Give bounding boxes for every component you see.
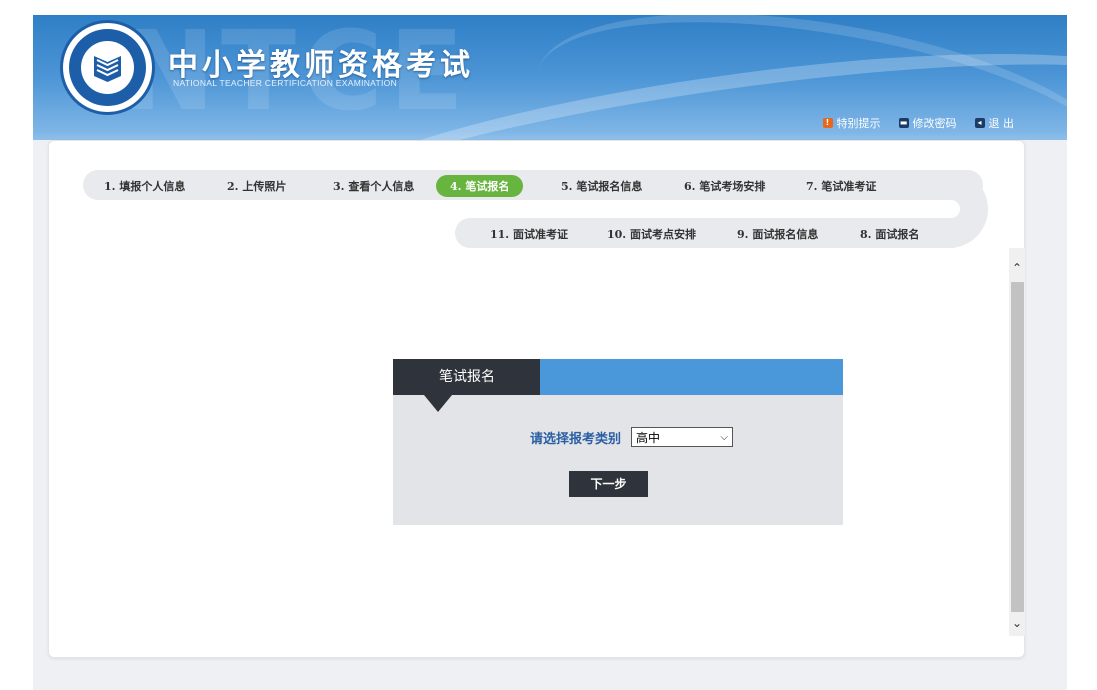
book-icon	[94, 56, 121, 82]
special-notice-link[interactable]: ! 特别提示	[822, 115, 881, 131]
step-5[interactable]: 5. 笔试报名信息	[561, 178, 642, 194]
site-subtitle: NATIONAL TEACHER CERTIFICATION EXAMINATI…	[173, 78, 398, 88]
category-select[interactable]: 高中 ⌵	[631, 427, 734, 447]
next-step-button[interactable]: 下一步	[569, 471, 648, 497]
scroll-up-icon[interactable]: ⌃	[1009, 258, 1025, 278]
card-title-pointer	[424, 395, 452, 412]
category-form-row: 请选择报考类别 高中 ⌵	[530, 427, 734, 447]
warning-icon: !	[822, 118, 833, 128]
step-10[interactable]: 10. 面试考点安排	[607, 226, 696, 242]
right-margin	[1067, 15, 1097, 690]
scrollbar-thumb[interactable]	[1011, 282, 1024, 612]
scroll-down-icon[interactable]: ⌄	[1009, 612, 1025, 634]
header-links: ! 特别提示 ▬ 修改密码 ◂ 退 出	[822, 115, 1015, 131]
ntce-logo	[60, 20, 155, 115]
step-6[interactable]: 6. 笔试考场安排	[684, 178, 765, 194]
card-title: 笔试报名	[393, 359, 540, 395]
key-icon: ▬	[898, 118, 909, 128]
change-password-link[interactable]: ▬ 修改密码	[898, 115, 957, 131]
page: NTCE 中小学教师资格考试 NATIONAL TEACHER CERTIFIC…	[0, 0, 1097, 690]
exit-icon: ◂	[974, 118, 985, 128]
left-margin	[0, 15, 33, 690]
step-4-active[interactable]: 4. 笔试报名	[436, 175, 524, 197]
logout-label: 退 出	[988, 117, 1015, 130]
step-1[interactable]: 1. 填报个人信息	[104, 178, 185, 194]
category-selected-value: 高中	[636, 430, 661, 445]
exam-registration-card: 笔试报名 请选择报考类别 高中 ⌵ 下一步	[393, 359, 843, 525]
step-3[interactable]: 3. 查看个人信息	[333, 178, 414, 194]
special-notice-label: 特别提示	[836, 117, 881, 130]
step-2[interactable]: 2. 上传照片	[227, 178, 286, 194]
step-8[interactable]: 8. 面试报名	[860, 226, 919, 242]
change-password-label: 修改密码	[912, 117, 957, 130]
step-9[interactable]: 9. 面试报名信息	[737, 226, 818, 242]
chevron-down-icon: ⌵	[720, 431, 729, 443]
logout-link[interactable]: ◂ 退 出	[974, 115, 1015, 131]
step-7[interactable]: 7. 笔试准考证	[806, 178, 876, 194]
step-11[interactable]: 11. 面试准考证	[490, 226, 568, 242]
category-label: 请选择报考类别	[530, 431, 622, 447]
